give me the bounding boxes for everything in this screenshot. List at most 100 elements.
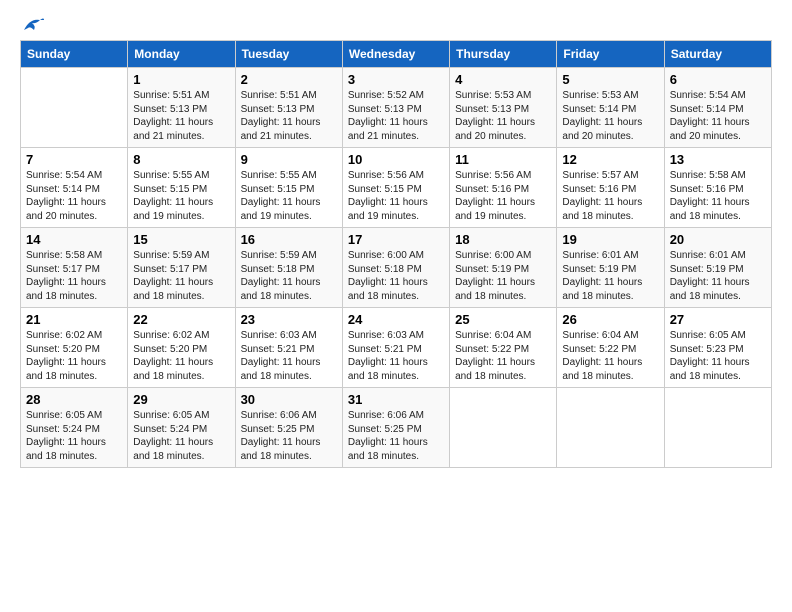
day-number: 12 bbox=[562, 152, 658, 167]
day-info: Sunrise: 5:53 AM Sunset: 5:13 PM Dayligh… bbox=[455, 89, 551, 143]
day-info: Sunrise: 6:04 AM Sunset: 5:22 PM Dayligh… bbox=[562, 329, 658, 383]
day-number: 27 bbox=[670, 312, 766, 327]
header-saturday: Saturday bbox=[664, 41, 771, 68]
day-cell: 2 Sunrise: 5:51 AM Sunset: 5:13 PM Dayli… bbox=[235, 68, 342, 148]
day-cell bbox=[450, 388, 557, 468]
day-info: Sunrise: 6:06 AM Sunset: 5:25 PM Dayligh… bbox=[348, 409, 444, 463]
day-number: 14 bbox=[26, 232, 122, 247]
day-cell: 21 Sunrise: 6:02 AM Sunset: 5:20 PM Dayl… bbox=[21, 308, 128, 388]
day-number: 25 bbox=[455, 312, 551, 327]
day-info: Sunrise: 6:04 AM Sunset: 5:22 PM Dayligh… bbox=[455, 329, 551, 383]
day-number: 7 bbox=[26, 152, 122, 167]
day-cell: 9 Sunrise: 5:55 AM Sunset: 5:15 PM Dayli… bbox=[235, 148, 342, 228]
day-info: Sunrise: 6:02 AM Sunset: 5:20 PM Dayligh… bbox=[26, 329, 122, 383]
day-number: 28 bbox=[26, 392, 122, 407]
day-number: 13 bbox=[670, 152, 766, 167]
day-cell: 17 Sunrise: 6:00 AM Sunset: 5:18 PM Dayl… bbox=[342, 228, 449, 308]
calendar-body: 1 Sunrise: 5:51 AM Sunset: 5:13 PM Dayli… bbox=[21, 68, 772, 468]
day-cell: 16 Sunrise: 5:59 AM Sunset: 5:18 PM Dayl… bbox=[235, 228, 342, 308]
day-cell: 31 Sunrise: 6:06 AM Sunset: 5:25 PM Dayl… bbox=[342, 388, 449, 468]
day-cell bbox=[21, 68, 128, 148]
header-monday: Monday bbox=[128, 41, 235, 68]
day-cell: 13 Sunrise: 5:58 AM Sunset: 5:16 PM Dayl… bbox=[664, 148, 771, 228]
day-cell: 18 Sunrise: 6:00 AM Sunset: 5:19 PM Dayl… bbox=[450, 228, 557, 308]
day-number: 15 bbox=[133, 232, 229, 247]
day-cell: 1 Sunrise: 5:51 AM Sunset: 5:13 PM Dayli… bbox=[128, 68, 235, 148]
day-cell bbox=[557, 388, 664, 468]
day-number: 31 bbox=[348, 392, 444, 407]
day-number: 18 bbox=[455, 232, 551, 247]
day-cell: 15 Sunrise: 5:59 AM Sunset: 5:17 PM Dayl… bbox=[128, 228, 235, 308]
day-cell: 20 Sunrise: 6:01 AM Sunset: 5:19 PM Dayl… bbox=[664, 228, 771, 308]
header-friday: Friday bbox=[557, 41, 664, 68]
day-info: Sunrise: 5:56 AM Sunset: 5:16 PM Dayligh… bbox=[455, 169, 551, 223]
day-cell: 29 Sunrise: 6:05 AM Sunset: 5:24 PM Dayl… bbox=[128, 388, 235, 468]
day-info: Sunrise: 5:59 AM Sunset: 5:18 PM Dayligh… bbox=[241, 249, 337, 303]
day-number: 20 bbox=[670, 232, 766, 247]
day-cell: 3 Sunrise: 5:52 AM Sunset: 5:13 PM Dayli… bbox=[342, 68, 449, 148]
day-info: Sunrise: 6:05 AM Sunset: 5:24 PM Dayligh… bbox=[133, 409, 229, 463]
header-thursday: Thursday bbox=[450, 41, 557, 68]
day-cell: 22 Sunrise: 6:02 AM Sunset: 5:20 PM Dayl… bbox=[128, 308, 235, 388]
day-cell: 27 Sunrise: 6:05 AM Sunset: 5:23 PM Dayl… bbox=[664, 308, 771, 388]
day-info: Sunrise: 6:06 AM Sunset: 5:25 PM Dayligh… bbox=[241, 409, 337, 463]
header-wednesday: Wednesday bbox=[342, 41, 449, 68]
day-info: Sunrise: 5:55 AM Sunset: 5:15 PM Dayligh… bbox=[133, 169, 229, 223]
day-info: Sunrise: 5:52 AM Sunset: 5:13 PM Dayligh… bbox=[348, 89, 444, 143]
day-number: 1 bbox=[133, 72, 229, 87]
day-number: 3 bbox=[348, 72, 444, 87]
day-info: Sunrise: 6:01 AM Sunset: 5:19 PM Dayligh… bbox=[670, 249, 766, 303]
page-header bbox=[20, 20, 772, 30]
day-info: Sunrise: 5:56 AM Sunset: 5:15 PM Dayligh… bbox=[348, 169, 444, 223]
day-cell bbox=[664, 388, 771, 468]
day-info: Sunrise: 5:57 AM Sunset: 5:16 PM Dayligh… bbox=[562, 169, 658, 223]
day-cell: 24 Sunrise: 6:03 AM Sunset: 5:21 PM Dayl… bbox=[342, 308, 449, 388]
day-cell: 30 Sunrise: 6:06 AM Sunset: 5:25 PM Dayl… bbox=[235, 388, 342, 468]
week-row-1: 1 Sunrise: 5:51 AM Sunset: 5:13 PM Dayli… bbox=[21, 68, 772, 148]
day-number: 24 bbox=[348, 312, 444, 327]
calendar-table: SundayMondayTuesdayWednesdayThursdayFrid… bbox=[20, 40, 772, 468]
day-number: 30 bbox=[241, 392, 337, 407]
day-info: Sunrise: 6:02 AM Sunset: 5:20 PM Dayligh… bbox=[133, 329, 229, 383]
day-number: 21 bbox=[26, 312, 122, 327]
day-number: 10 bbox=[348, 152, 444, 167]
day-info: Sunrise: 6:00 AM Sunset: 5:19 PM Dayligh… bbox=[455, 249, 551, 303]
day-number: 4 bbox=[455, 72, 551, 87]
day-cell: 5 Sunrise: 5:53 AM Sunset: 5:14 PM Dayli… bbox=[557, 68, 664, 148]
day-info: Sunrise: 6:01 AM Sunset: 5:19 PM Dayligh… bbox=[562, 249, 658, 303]
day-info: Sunrise: 5:58 AM Sunset: 5:16 PM Dayligh… bbox=[670, 169, 766, 223]
day-number: 19 bbox=[562, 232, 658, 247]
day-info: Sunrise: 6:05 AM Sunset: 5:24 PM Dayligh… bbox=[26, 409, 122, 463]
day-number: 16 bbox=[241, 232, 337, 247]
day-number: 2 bbox=[241, 72, 337, 87]
header-tuesday: Tuesday bbox=[235, 41, 342, 68]
day-info: Sunrise: 5:51 AM Sunset: 5:13 PM Dayligh… bbox=[241, 89, 337, 143]
day-cell: 8 Sunrise: 5:55 AM Sunset: 5:15 PM Dayli… bbox=[128, 148, 235, 228]
logo bbox=[20, 20, 44, 30]
day-info: Sunrise: 5:54 AM Sunset: 5:14 PM Dayligh… bbox=[670, 89, 766, 143]
day-cell: 7 Sunrise: 5:54 AM Sunset: 5:14 PM Dayli… bbox=[21, 148, 128, 228]
day-info: Sunrise: 5:51 AM Sunset: 5:13 PM Dayligh… bbox=[133, 89, 229, 143]
day-cell: 12 Sunrise: 5:57 AM Sunset: 5:16 PM Dayl… bbox=[557, 148, 664, 228]
day-cell: 26 Sunrise: 6:04 AM Sunset: 5:22 PM Dayl… bbox=[557, 308, 664, 388]
day-number: 29 bbox=[133, 392, 229, 407]
day-cell: 11 Sunrise: 5:56 AM Sunset: 5:16 PM Dayl… bbox=[450, 148, 557, 228]
calendar-header-row: SundayMondayTuesdayWednesdayThursdayFrid… bbox=[21, 41, 772, 68]
week-row-4: 21 Sunrise: 6:02 AM Sunset: 5:20 PM Dayl… bbox=[21, 308, 772, 388]
week-row-3: 14 Sunrise: 5:58 AM Sunset: 5:17 PM Dayl… bbox=[21, 228, 772, 308]
week-row-5: 28 Sunrise: 6:05 AM Sunset: 5:24 PM Dayl… bbox=[21, 388, 772, 468]
day-cell: 14 Sunrise: 5:58 AM Sunset: 5:17 PM Dayl… bbox=[21, 228, 128, 308]
day-cell: 10 Sunrise: 5:56 AM Sunset: 5:15 PM Dayl… bbox=[342, 148, 449, 228]
day-info: Sunrise: 6:03 AM Sunset: 5:21 PM Dayligh… bbox=[348, 329, 444, 383]
day-cell: 28 Sunrise: 6:05 AM Sunset: 5:24 PM Dayl… bbox=[21, 388, 128, 468]
day-info: Sunrise: 5:58 AM Sunset: 5:17 PM Dayligh… bbox=[26, 249, 122, 303]
day-number: 22 bbox=[133, 312, 229, 327]
day-cell: 19 Sunrise: 6:01 AM Sunset: 5:19 PM Dayl… bbox=[557, 228, 664, 308]
header-sunday: Sunday bbox=[21, 41, 128, 68]
day-number: 17 bbox=[348, 232, 444, 247]
day-number: 8 bbox=[133, 152, 229, 167]
logo-bird-icon bbox=[22, 16, 44, 34]
day-info: Sunrise: 6:05 AM Sunset: 5:23 PM Dayligh… bbox=[670, 329, 766, 383]
day-cell: 6 Sunrise: 5:54 AM Sunset: 5:14 PM Dayli… bbox=[664, 68, 771, 148]
day-number: 23 bbox=[241, 312, 337, 327]
